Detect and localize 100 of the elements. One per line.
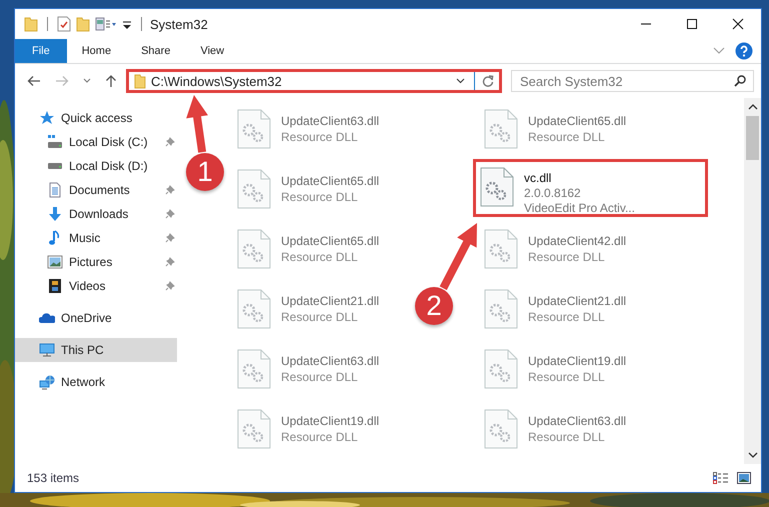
file-name: UpdateClient65.dll [281,173,380,189]
file-item[interactable]: UpdateClient63.dll Resource DLL [223,100,382,158]
file-name: UpdateClient42.dll [528,233,626,249]
drive-icon [47,134,63,150]
maximize-icon [686,18,698,30]
file-name: UpdateClient19.dll [281,413,380,429]
chevron-down-icon[interactable] [456,78,465,84]
file-name: UpdateClient63.dll [281,113,380,129]
properties-icon[interactable] [95,16,117,32]
gear-file-icon [237,349,271,389]
window-title: System32 [150,16,208,32]
file-item[interactable]: UpdateClient19.dll Resource DLL [223,400,382,458]
sidebar-item[interactable]: Music [15,226,177,250]
scrollbar-thumb[interactable] [746,116,759,160]
star-icon [39,110,55,126]
up-arrow-icon[interactable] [105,74,117,88]
file-name: UpdateClient21.dll [281,293,380,309]
file-name: UpdateClient19.dll [528,353,626,369]
checklist-icon[interactable] [57,16,71,32]
search-field[interactable]: Search System32 [511,70,754,92]
file-detail: Resource DLL [281,309,359,325]
file-detail: 2.0.0.8162 [524,186,582,201]
pin-icon[interactable] [165,209,175,219]
search-icon [734,75,746,87]
sidebar-item[interactable]: This PC [15,338,177,362]
gear-file-icon [484,289,518,329]
gear-file-icon [480,167,514,207]
file-item[interactable]: vc.dll 2.0.0.8162 VideoEdit Pro Activ... [473,159,708,217]
gear-file-icon [237,109,271,149]
item-count: 153 items [27,471,80,485]
address-path: C:\Windows\System32 [151,74,283,88]
file-detail: Resource DLL [528,429,606,445]
network-globe-icon [39,374,55,390]
close-icon [732,18,744,30]
sidebar-item[interactable]: Videos [15,274,177,298]
details-view-icon[interactable] [713,472,729,484]
file-item[interactable]: UpdateClient63.dll Resource DLL [223,340,382,398]
pin-icon[interactable] [165,233,175,243]
image-icon [47,254,63,270]
file-name: UpdateClient21.dll [528,293,626,309]
sidebar-item[interactable]: Quick access [15,106,177,130]
gear-file-icon [237,409,271,449]
ribbon-tab[interactable]: Home [66,39,126,63]
file-item[interactable]: UpdateClient65.dll Resource DLL [470,100,628,158]
sidebar-item[interactable]: Pictures [15,250,177,274]
sidebar-item[interactable]: Network [15,370,177,394]
pin-icon[interactable] [165,257,175,267]
file-item[interactable]: UpdateClient21.dll Resource DLL [470,280,628,338]
scroll-down-icon[interactable] [748,452,758,458]
file-detail: VideoEdit Pro Activ... [524,201,635,216]
file-item[interactable]: UpdateClient65.dll Resource DLL [223,160,382,218]
file-detail: Resource DLL [528,309,606,325]
file-item[interactable]: UpdateClient63.dll Resource DLL [470,400,628,458]
ribbon-tab[interactable]: View [185,39,240,63]
refresh-icon[interactable] [482,75,494,87]
callout-arrow [186,95,208,153]
file-detail: Resource DLL [281,189,359,205]
sidebar-item[interactable]: Downloads [15,202,177,226]
file-name: vc.dll [524,171,552,186]
gear-file-icon [484,409,518,449]
pin-icon[interactable] [165,137,175,147]
file-detail: Resource DLL [528,129,606,145]
back-arrow-icon[interactable] [27,75,41,87]
file-name: UpdateClient63.dll [281,353,380,369]
sidebar-item[interactable]: OneDrive [15,306,177,330]
file-item[interactable]: UpdateClient21.dll Resource DLL [223,280,382,338]
help-icon[interactable] [735,42,753,60]
down-arrow-icon [47,206,63,222]
pin-icon[interactable] [165,281,175,291]
address-field[interactable]: C:\Windows\System32 [126,69,502,93]
scroll-up-icon[interactable] [748,104,758,110]
callout-arrow [440,223,477,290]
file-item[interactable]: UpdateClient65.dll Resource DLL [223,220,382,278]
file-name: UpdateClient63.dll [528,413,626,429]
gear-file-icon [237,169,271,209]
file-detail: Resource DLL [281,429,359,445]
file-item[interactable]: UpdateClient19.dll Resource DLL [470,340,628,398]
pin-icon[interactable] [165,185,175,195]
gear-file-icon [484,229,518,269]
folder-icon [134,74,146,88]
scrollbar[interactable] [744,98,761,464]
sidebar-item[interactable]: Local Disk (C:) [15,130,177,154]
file-detail: Resource DLL [528,369,606,385]
file-detail: Resource DLL [281,129,359,145]
film-strip-icon [47,278,63,294]
sidebar-item[interactable]: Documents [15,178,177,202]
drive-icon [47,162,63,170]
file-detail: Resource DLL [281,369,359,385]
gear-file-icon [484,349,518,389]
sidebar-item[interactable]: Local Disk (D:) [15,154,177,178]
gear-file-icon [484,109,518,149]
file-name: UpdateClient65.dll [281,233,380,249]
large-icons-view-icon[interactable] [737,472,751,484]
monitor-icon [39,342,55,358]
document-icon [47,182,63,198]
file-item[interactable]: UpdateClient42.dll Resource DLL [470,220,628,278]
file-name: UpdateClient65.dll [528,113,626,129]
ribbon-tab[interactable]: File [15,39,67,63]
file-detail: Resource DLL [281,249,359,265]
ribbon-tab[interactable]: Share [126,39,186,63]
